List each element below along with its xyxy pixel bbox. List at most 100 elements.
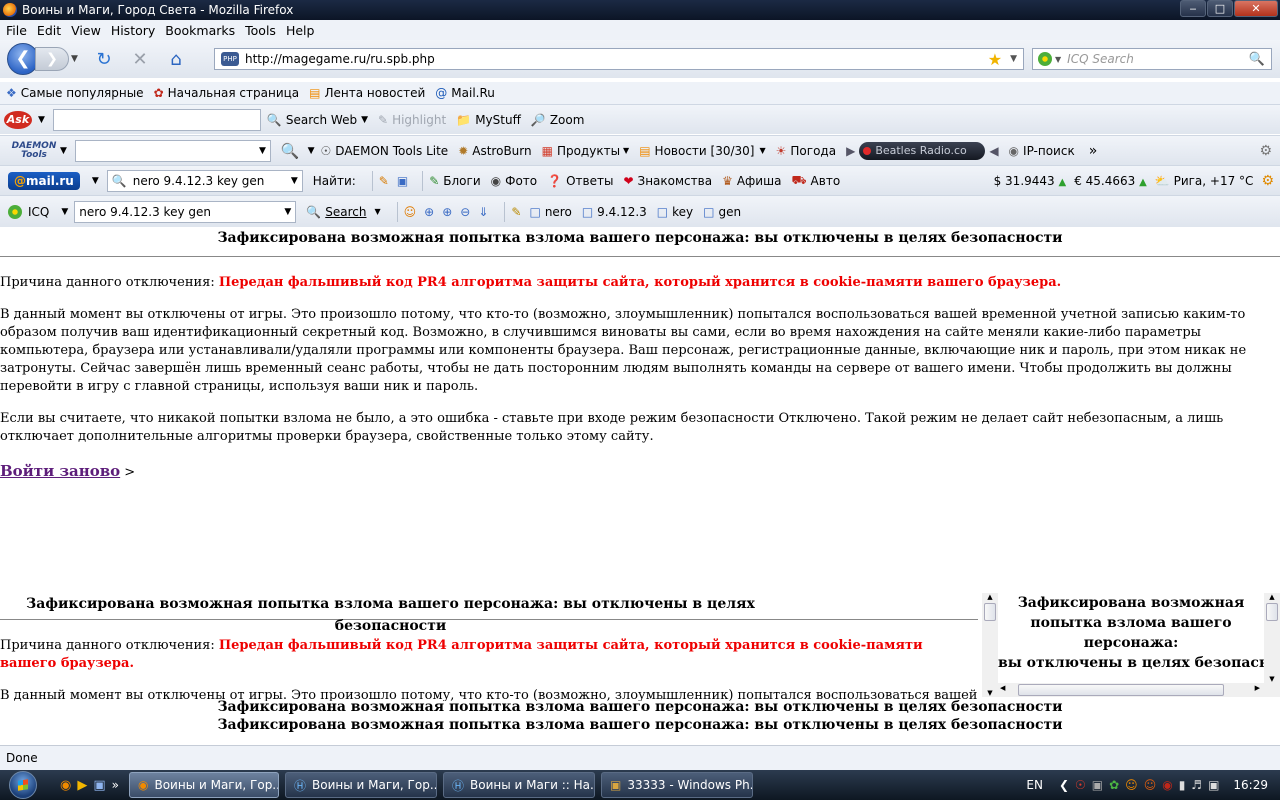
icq-query-text[interactable]: nero 9.4.12.3 key gen (79, 205, 211, 219)
highlight-button[interactable]: ✎ Highlight (378, 113, 446, 127)
daemon-dropdown-icon[interactable]: ▼ (60, 146, 67, 156)
daemon-tools-logo[interactable]: DAEMON Tools (10, 141, 58, 160)
zoom-out-icon[interactable]: ⊖ (460, 205, 470, 219)
maximize-button[interactable]: □ (1207, 0, 1233, 17)
bookmark-mailru[interactable]: @ Mail.Ru (435, 86, 495, 100)
overflow-chevron-icon[interactable]: » (1089, 143, 1098, 159)
taskbar-item-photo-viewer[interactable]: ▣ 33333 - Windows Ph... (600, 772, 753, 798)
play-icon[interactable]: ▶ (846, 144, 855, 158)
language-indicator[interactable]: EN (1026, 778, 1043, 792)
daemon-lite-button[interactable]: ☉ DAEMON Tools Lite (321, 144, 449, 158)
frame-right-vscroll[interactable]: ▲ ▼ (982, 593, 998, 697)
toolbar-settings-icon[interactable]: ⚙ (1259, 143, 1272, 159)
media-icon[interactable]: ▶ (77, 778, 87, 793)
ask-search-input[interactable] (52, 108, 261, 131)
bookmark-news-feed[interactable]: ▤ Лента новостей (309, 86, 425, 100)
url-dropdown-icon[interactable]: ▼ (1010, 54, 1017, 64)
mailru-query-text[interactable]: nero 9.4.12.3 key gen (133, 174, 265, 188)
news-button[interactable]: ▤ Новости [30/30] ▼ (639, 144, 765, 158)
show-desktop-icon[interactable]: ▣ (93, 778, 105, 793)
stop-icon[interactable]: ✕ (125, 49, 155, 70)
display-icon[interactable]: ▣ (1208, 778, 1219, 792)
menu-edit[interactable]: Edit (37, 23, 61, 38)
scroll-up-icon[interactable]: ▲ (1264, 593, 1280, 601)
url-text[interactable]: http://magegame.ru/ru.spb.php (245, 52, 988, 66)
minimize-button[interactable]: ‒ (1180, 0, 1206, 17)
icq-search-button[interactable]: 🔍 Search ▼ (306, 205, 380, 219)
mailru-search-combo[interactable]: 🔍 nero 9.4.12.3 key gen ▼ (106, 169, 303, 192)
answers-button[interactable]: ❓ Ответы (547, 174, 613, 188)
astroburn-button[interactable]: ✹ AstroBurn (458, 144, 531, 158)
tray-expand-icon[interactable]: ❮ (1059, 778, 1069, 792)
app-tray-icon[interactable]: ◉ (1162, 778, 1172, 792)
forward-button[interactable]: ❯ (35, 47, 69, 71)
term-nero[interactable]: □ nero (529, 205, 571, 219)
messenger-tray-icon[interactable]: ☺ (1125, 778, 1138, 792)
ask-dropdown-icon[interactable]: ▼ (38, 115, 45, 125)
power-icon[interactable]: ▮ (1179, 778, 1186, 792)
menu-view[interactable]: View (71, 23, 101, 38)
volume-icon[interactable]: ◀ (989, 144, 998, 158)
icq-tray-icon[interactable]: ✿ (1109, 778, 1119, 792)
icq-search-combo[interactable]: nero 9.4.12.3 key gen ▼ (74, 200, 297, 223)
scroll-thumb[interactable] (984, 603, 996, 621)
auto-button[interactable]: ⛟ Авто (791, 173, 840, 189)
bookmark-star-icon[interactable]: ★ (988, 50, 1002, 69)
scroll-thumb[interactable] (1266, 603, 1278, 621)
icq-flower-icon[interactable] (8, 204, 22, 219)
term-key[interactable]: □ key (657, 205, 693, 219)
products-button[interactable]: ▦ Продукты ▼ (542, 144, 630, 158)
scroll-right-icon[interactable]: ▶ (1255, 684, 1260, 692)
icq-dropdown-icon[interactable]: ▼ (61, 207, 68, 217)
dating-button[interactable]: ❤ Знакомства (623, 174, 712, 188)
frame-icon[interactable]: ▣ (397, 174, 408, 188)
taskbar-item-ie-2[interactable]: Ⓗ Воины и Маги :: На... (442, 772, 595, 798)
icq-people-icon[interactable]: ☺ (404, 205, 417, 219)
frame-right-inner-vscroll[interactable]: ▲ ▼ (1264, 593, 1280, 683)
ip-search-button[interactable]: ◉ IP-поиск (1009, 144, 1075, 158)
highlight-icon[interactable]: ✎ (379, 174, 389, 188)
term-version[interactable]: □ 9.4.12.3 (582, 205, 647, 219)
bookmark-popular[interactable]: ❖ Самые популярные (6, 86, 144, 100)
weather-button[interactable]: ☀ Погода (776, 144, 836, 158)
menu-help[interactable]: Help (286, 23, 315, 38)
close-button[interactable]: ✕ (1234, 0, 1278, 17)
eur-rate[interactable]: € 45.4663 ▲ (1074, 174, 1147, 188)
photo-button[interactable]: ◉ Фото (491, 174, 538, 188)
icq-flower-icon[interactable] (1038, 52, 1052, 66)
zoom-in-icon[interactable]: ⊕ (424, 205, 434, 219)
bookmark-start-page[interactable]: ✿ Начальная страница (154, 86, 300, 100)
icq-logo-text[interactable]: ICQ (28, 205, 49, 219)
taskbar-item-ie-1[interactable]: Ⓗ Воины и Маги, Гор... (284, 772, 437, 798)
blogs-button[interactable]: ✎ Блоги (429, 174, 480, 188)
clock[interactable]: 16:29 (1233, 778, 1268, 792)
download-icon[interactable]: ⇓ (478, 205, 488, 219)
search-web-button[interactable]: 🔍 Search Web ▼ (267, 113, 368, 127)
scroll-left-icon[interactable]: ◀ (1000, 684, 1005, 692)
taskbar-item-firefox[interactable]: ◉ Воины и Маги, Гор... (128, 772, 279, 798)
firefox-icon[interactable]: ◉ (60, 778, 71, 793)
mailru-logo[interactable]: @mail.ru (8, 171, 80, 190)
address-bar[interactable]: PHP http://magegame.ru/ru.spb.php ★ ▼ (214, 48, 1024, 70)
weather-widget[interactable]: ⛅ Рига, +17 °C (1155, 174, 1254, 188)
menu-tools[interactable]: Tools (245, 23, 276, 38)
search-icon[interactable]: 🔍 (1249, 52, 1265, 67)
speaker-icon[interactable]: ♬ (1191, 778, 1202, 792)
antivirus-icon[interactable]: ☉ (1075, 778, 1086, 792)
menu-bookmarks[interactable]: Bookmarks (165, 23, 235, 38)
zoom-in-small-icon[interactable]: ⊕ (442, 205, 452, 219)
scroll-down-icon[interactable]: ▼ (982, 689, 998, 697)
radio-player[interactable]: Beatles Radio.co (859, 141, 986, 160)
start-button[interactable] (0, 770, 46, 800)
menu-file[interactable]: File (6, 23, 27, 38)
relogin-link[interactable]: Войти заново (0, 462, 120, 480)
highlighter-icon[interactable]: ✎ (511, 205, 521, 219)
search-placeholder[interactable]: ICQ Search (1067, 52, 1249, 66)
frame-right-hscroll[interactable]: ◀ ▶ (998, 683, 1280, 697)
gear-icon[interactable]: ⚙ (1261, 173, 1274, 189)
scroll-thumb[interactable] (1018, 684, 1224, 696)
poster-button[interactable]: ♛ Афиша (722, 174, 781, 188)
reload-icon[interactable]: ↻ (89, 49, 119, 70)
network-icon[interactable]: ▣ (1092, 778, 1103, 792)
search-icon[interactable]: 🔍 (281, 142, 300, 160)
